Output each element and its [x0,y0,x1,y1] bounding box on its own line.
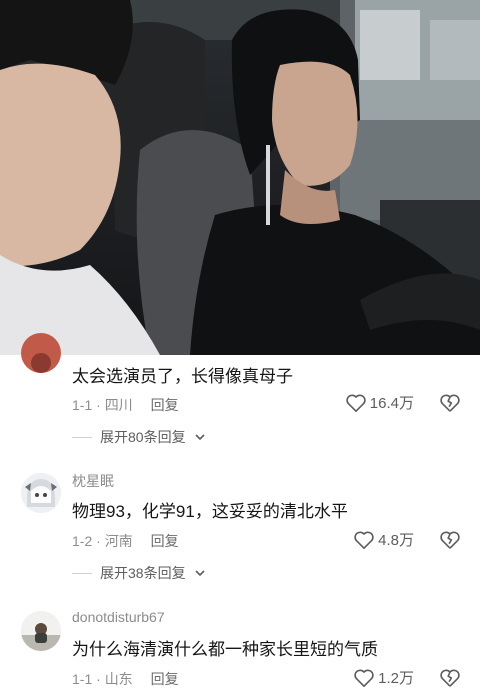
dislike-button[interactable] [439,393,461,415]
comment-text: 太会选演员了，长得像真母子 [72,367,293,386]
comment-location: 山东 [104,671,133,687]
avatar[interactable] [21,333,61,373]
broken-heart-icon [440,531,460,549]
expand-replies-button[interactable]: 展开38条回复 [72,563,206,583]
like-count: 1.2万 [378,670,414,687]
video-frame[interactable] [0,0,480,355]
divider-line [72,572,92,574]
expand-replies-button[interactable]: 展开80条回复 [72,427,206,447]
like-button[interactable]: 16.4万 [345,392,414,413]
like-button[interactable]: 1.2万 [353,667,414,688]
avatar[interactable] [21,473,61,513]
comment-text: 为什么海清演什么都一种家长里短的气质 [72,640,378,659]
avatar-image [21,473,61,513]
avatar-image [21,333,61,373]
heart-outline-icon [354,669,374,687]
avatar[interactable] [21,611,61,651]
meta-separator: · [96,397,101,413]
like-button[interactable]: 4.8万 [353,529,414,550]
divider-line [72,436,92,438]
heart-outline-icon [346,394,366,412]
expand-replies-label: 展开80条回复 [100,429,186,445]
expand-replies-label: 展开38条回复 [100,565,186,581]
reply-button[interactable]: 回复 [151,533,179,549]
meta-separator: · [96,671,101,687]
broken-heart-icon [440,394,460,412]
comment-meta: 1-1 · 四川 回复 [72,395,179,415]
comment-location: 四川 [104,397,133,413]
comment-list: 太会选演员了，长得像真母子 1-1 · 四川 回复 16.4万 展开80条回复 [0,333,480,700]
comment-meta: 1-1 · 山东 回复 [72,669,179,689]
comment-date: 1-1 [72,671,93,687]
chevron-down-icon [195,434,205,441]
comment-meta: 1-2 · 河南 回复 [72,531,179,551]
dislike-button[interactable] [439,530,461,552]
comment-date: 1-2 [72,533,93,549]
dislike-button[interactable] [439,668,461,690]
like-count: 4.8万 [378,532,414,549]
avatar-image [21,611,61,651]
chevron-down-icon [195,570,205,577]
comment-text: 物理93，化学91，这妥妥的清北水平 [72,502,348,521]
username[interactable]: donotdisturb67 [72,609,165,625]
video-still-image [0,0,480,355]
comment-location: 河南 [104,533,133,549]
reply-button[interactable]: 回复 [151,671,179,687]
reply-button[interactable]: 回复 [151,397,179,413]
username[interactable]: 枕星眠 [72,471,114,491]
meta-separator: · [96,533,101,549]
broken-heart-icon [440,669,460,687]
heart-outline-icon [354,531,374,549]
like-count: 16.4万 [369,395,414,412]
comment-date: 1-1 [72,397,93,413]
